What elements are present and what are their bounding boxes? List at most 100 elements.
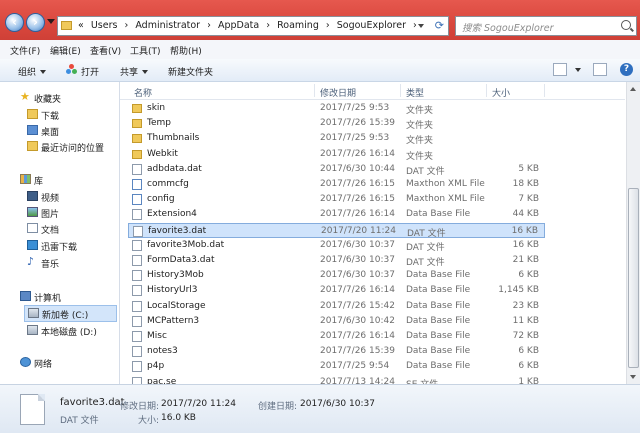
nav-xunlei-downloads[interactable]: 迅雷下载 [27,238,115,253]
breadcrumb-separator[interactable]: › [124,20,128,31]
file-row[interactable]: MCPattern3 2017/6/30 10:42 Data Base File 1… [128,314,545,329]
help-icon[interactable]: ? [620,63,633,76]
file-row[interactable]: notes3 2017/7/26 15:39 Data Base File 6 KB [128,344,545,359]
file-row[interactable]: HistoryUrl3 2017/7/26 16:14 Data Base File… [128,283,545,298]
vertical-scrollbar[interactable] [626,82,640,384]
breadcrumb-sogouexplorer[interactable]: SogouExplorer [337,20,406,31]
search-icon[interactable] [621,20,631,30]
column-size[interactable]: 大小 [492,86,510,99]
library-icon [20,174,31,184]
column-divider[interactable] [544,84,545,97]
column-divider[interactable] [400,84,401,97]
nav-favorites[interactable]: ★ 收藏夹 [20,90,115,105]
file-type: DAT 文件 [406,242,445,253]
file-modified-date: 2017/7/26 16:15 [320,194,395,205]
nav-videos[interactable]: 视频 [27,189,115,204]
column-type[interactable]: 类型 [406,86,424,99]
nav-computer-label: 计算机 [34,294,62,304]
menu-file[interactable]: 文件(F) [10,44,40,57]
recent-pages-dropdown-icon[interactable] [47,19,55,24]
file-row[interactable]: config 2017/7/26 16:15 Maxthon XML File 7 K… [128,192,545,207]
breadcrumb-administrator[interactable]: Administrator [135,20,200,31]
back-button[interactable]: ‹ [5,13,24,32]
file-row[interactable]: Webkit 2017/7/26 16:14 文件夹 [128,147,545,162]
change-view-icon[interactable] [553,63,567,76]
nav-documents[interactable]: 文档 [27,221,115,236]
nav-pictures[interactable]: 图片 [27,205,115,220]
breadcrumb-separator[interactable]: › [413,20,417,31]
forward-button[interactable]: › [26,13,45,32]
column-divider[interactable] [486,84,487,97]
file-name: pac.se [147,376,177,384]
breadcrumb-separator[interactable]: › [326,20,330,31]
file-size: 5 KB [518,163,539,174]
details-file-name: favorite3.dat [60,397,125,408]
nav-network[interactable]: 网络 [20,355,115,370]
refresh-icon[interactable]: ⟳ [435,19,444,32]
file-icon [133,225,143,237]
file-row[interactable]: History3Mob 2017/6/30 10:37 Data Base File… [128,268,545,283]
nav-computer[interactable]: 计算机 [20,289,115,304]
menu-help[interactable]: 帮助(H) [170,44,202,57]
star-icon: ★ [20,90,30,103]
menu-edit[interactable]: 编辑(E) [50,44,81,57]
file-row[interactable]: commcfg 2017/7/26 16:15 Maxthon XML File 18… [128,177,545,192]
column-divider[interactable] [314,84,315,97]
nav-downloads[interactable]: 下载 [27,107,115,122]
file-row[interactable]: p4p 2017/7/25 9:54 Data Base File 6 KB [128,359,545,374]
scrollbar-thumb[interactable] [628,188,639,368]
breadcrumb-separator[interactable]: › [207,20,211,31]
nav-desktop-label: 桌面 [41,128,60,138]
breadcrumb-roaming[interactable]: Roaming [277,20,319,31]
file-size: 6 KB [518,270,539,281]
nav-drive-c[interactable]: 新加卷 (C:) [24,305,117,322]
file-type: 文件夹 [406,106,434,116]
nav-music[interactable]: ♪ 音乐 [27,255,115,270]
share-button[interactable]: 共享 [120,65,149,78]
menu-view[interactable]: 查看(V) [90,44,121,57]
file-row[interactable]: favorite3Mob.dat 2017/6/30 10:37 DAT 文件 16 … [128,238,545,253]
file-size: 18 KB [512,179,539,189]
file-size: 6 KB [518,361,539,372]
file-row[interactable]: pac.se 2017/7/13 14:24 SE 文件 1 KB [128,375,545,384]
organize-button[interactable]: 组织 [18,65,47,78]
menu-bar: 文件(F) 编辑(E) 查看(V) 工具(T) 帮助(H) [0,40,640,60]
file-row[interactable]: Misc 2017/7/26 16:14 Data Base File 72 KB [128,329,545,344]
file-row[interactable]: FormData3.dat 2017/6/30 10:37 DAT 文件 21 KB [128,253,545,268]
breadcrumb-overflow[interactable]: « [78,20,84,31]
file-name: History3Mob [147,270,204,281]
file-modified-date: 2017/6/30 10:37 [320,255,395,265]
nav-desktop[interactable]: 桌面 [27,123,115,138]
file-type: Data Base File [406,300,471,311]
menu-tools[interactable]: 工具(T) [130,44,161,57]
breadcrumb: « Users › Administrator › AppData › Roam… [78,20,421,31]
preview-pane-icon[interactable] [593,63,607,76]
file-row[interactable]: skin 2017/7/25 9:53 文件夹 [128,101,545,116]
file-type: Data Base File [406,346,471,357]
file-row[interactable]: LocalStorage 2017/7/26 15:42 Data Base Fil… [128,299,545,314]
file-row[interactable]: favorite3.dat 2017/7/20 11:24 DAT 文件 16 KB [128,222,545,239]
file-icon [20,394,45,425]
nav-libraries[interactable]: 库 [20,172,115,187]
search-input[interactable]: 搜索 SogouExplorer [455,16,637,36]
scroll-down-arrow-icon[interactable] [627,370,640,384]
address-history-dropdown-icon[interactable] [418,24,424,28]
new-folder-button[interactable]: 新建文件夹 [168,65,213,78]
column-name[interactable]: 名称 [134,86,152,99]
file-row[interactable]: adbdata.dat 2017/6/30 10:44 DAT 文件 5 KB [128,162,545,177]
column-date[interactable]: 修改日期 [320,86,356,99]
file-row[interactable]: Thumbnails 2017/7/25 9:53 文件夹 [128,131,545,146]
nav-recent-places[interactable]: 最近访问的位置 [27,139,117,154]
breadcrumb-appdata[interactable]: AppData [218,20,259,31]
file-size: 1,145 KB [498,285,539,296]
file-row[interactable]: Extension4 2017/7/26 16:14 Data Base File 4… [128,207,545,222]
breadcrumb-separator[interactable]: › [266,20,270,31]
view-options-dropdown-icon[interactable] [575,68,581,72]
nav-drive-d[interactable]: 本地磁盘 (D:) [27,323,117,338]
address-bar[interactable]: « Users › Administrator › AppData › Roam… [57,16,449,36]
file-row[interactable]: Temp 2017/7/26 15:39 文件夹 [128,116,545,131]
file-name: favorite3.dat [148,225,207,236]
open-button[interactable]: 打开 [81,65,99,78]
breadcrumb-users[interactable]: Users [91,20,118,31]
scroll-up-arrow-icon[interactable] [627,82,640,96]
